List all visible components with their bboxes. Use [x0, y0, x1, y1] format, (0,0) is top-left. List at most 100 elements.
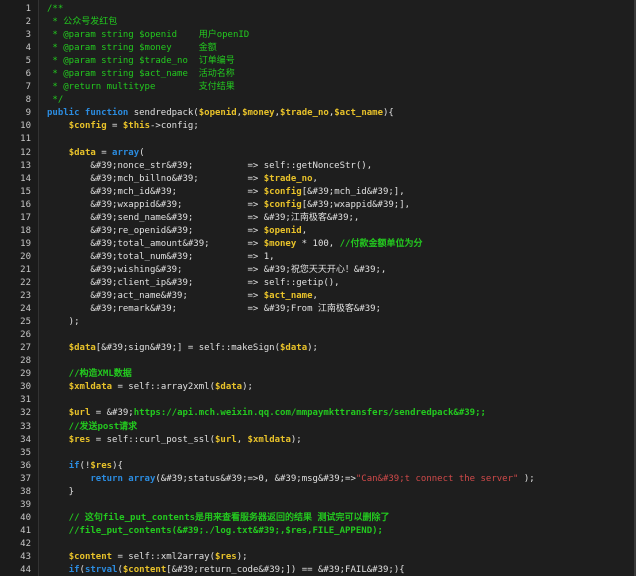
code-text: &#39;total_amount&#39; => $money * 100, …: [47, 238, 422, 251]
code-line[interactable]: 41 //file_put_contents(&#39;./log.txt&#3…: [0, 525, 634, 538]
code-token: &#39;wishing&#39; => &#39;祝您天天开心！&#39;,: [47, 264, 387, 275]
code-token: $config: [263, 199, 302, 210]
code-line[interactable]: 5 * @param string $trade_no 订单编号: [0, 55, 634, 68]
code-token: $config: [68, 121, 107, 132]
code-line[interactable]: 31: [0, 394, 634, 407]
code-token: );: [518, 473, 535, 484]
code-token: = &#39;: [90, 408, 134, 419]
code-line[interactable]: 28: [0, 355, 634, 368]
code-line[interactable]: 39: [0, 499, 634, 512]
line-number: 2: [25, 17, 31, 28]
code-line[interactable]: 20 &#39;total_num&#39; => 1,: [0, 251, 634, 264]
code-line[interactable]: 32 $url = &#39;https://api.mch.weixin.qq…: [0, 407, 634, 420]
code-line[interactable]: 9 public function sendredpack($openid,$mo…: [0, 107, 634, 120]
code-line[interactable]: 2 * 公众号发红包: [0, 16, 634, 29]
code-token: (!: [79, 460, 91, 471]
code-line[interactable]: 42: [0, 538, 634, 551]
code-text: //发送post请求: [47, 421, 138, 434]
code-line[interactable]: 11: [0, 133, 634, 146]
code-text: $xmldata = self::array2xml($data);: [47, 381, 253, 394]
code-line[interactable]: 16 &#39;wxappid&#39; => $config[&#39;wxa…: [0, 199, 634, 212]
code-token: = self::curl_post_ssl(: [90, 434, 215, 445]
code-token: ,: [236, 434, 248, 445]
code-line[interactable]: 3 * @param string $openid 用户openID: [0, 29, 634, 42]
code-lines[interactable]: 1/** 2 * 公众号发红包 3 * @param string $openid …: [0, 3, 634, 576]
code-text: //file_put_contents(&#39;./log.txt&#39;,…: [47, 525, 383, 538]
code-line[interactable]: 35: [0, 447, 634, 460]
code-token: ,: [312, 291, 318, 302]
code-line[interactable]: 27 $data[&#39;sign&#39;] = self::makeSig…: [0, 342, 634, 355]
code-line[interactable]: 44 if(strval($content[&#39;return_code&#…: [0, 564, 634, 576]
code-line[interactable]: 34 $res = self::curl_post_ssl($url, $xml…: [0, 434, 634, 447]
code-line[interactable]: 43 $content = self::xml2array($res);: [0, 551, 634, 564]
code-line[interactable]: 12 $data = array(: [0, 147, 634, 160]
code-token: &#39;nonce_str&#39; => self::getNonceStr…: [47, 160, 373, 171]
code-line[interactable]: 26: [0, 329, 634, 342]
code-line[interactable]: 33 //发送post请求: [0, 421, 634, 434]
code-text: );: [47, 316, 80, 329]
code-token: $money: [242, 108, 275, 119]
line-number: 36: [20, 460, 31, 471]
code-token: array: [112, 147, 140, 158]
code-editor[interactable]: 1/** 2 * 公众号发红包 3 * @param string $openid …: [0, 0, 636, 576]
code-text: * @param string $act_name 活动名称: [47, 68, 234, 81]
code-line[interactable]: 7 * @return multitype 支付结果: [0, 81, 634, 94]
code-line[interactable]: 10 $config = $this->config;: [0, 120, 634, 133]
code-text: &#39;wxappid&#39; => $config[&#39;wxappi…: [47, 199, 410, 212]
line-number: 19: [20, 238, 31, 249]
code-line[interactable]: 6 * @param string $act_name 活动名称: [0, 68, 634, 81]
code-line[interactable]: 8 */: [0, 94, 634, 107]
code-token: /**: [47, 4, 64, 14]
code-line[interactable]: 4 * @param string $money 金额: [0, 42, 634, 55]
code-line[interactable]: 18 &#39;re_openid&#39; => $openid,: [0, 225, 634, 238]
code-line[interactable]: 38 }: [0, 486, 634, 499]
code-line[interactable]: 13 &#39;nonce_str&#39; => self::getNonce…: [0, 160, 634, 173]
code-line[interactable]: 14 &#39;mch_billno&#39; => $trade_no,: [0, 173, 634, 186]
code-text: &#39;total_num&#39; => 1,: [47, 251, 274, 264]
code-line[interactable]: 1 /**: [0, 3, 634, 16]
code-token: [&#39;mch_id&#39;],: [301, 186, 405, 197]
code-line[interactable]: 22 &#39;client_ip&#39; => self::getip(),: [0, 277, 634, 290]
code-token: ,: [301, 225, 308, 236]
code-line[interactable]: 29 //构造XML数据: [0, 368, 634, 381]
code-token: ,: [312, 173, 318, 184]
code-token: */: [47, 95, 64, 106]
code-token: (&#39;status&#39;=>0, &#39;msg&#39;=>: [155, 473, 356, 484]
code-line[interactable]: 30 $xmldata = self::array2xml($data);: [0, 381, 634, 394]
code-text: &#39;re_openid&#39; => $openid,: [47, 225, 307, 238]
code-token: &#39;mch_billno&#39; =>: [47, 173, 264, 184]
code-line[interactable]: 40 // 这句file_put_contents是用来查看服务器返回的结果 测…: [0, 512, 634, 525]
code-line[interactable]: 24 &#39;remark&#39; => &#39;From 江南极客&#3…: [0, 303, 634, 316]
code-line[interactable]: 19 &#39;total_amount&#39; => $money * 10…: [0, 238, 634, 251]
code-text: * @return multitype 支付结果: [47, 81, 234, 94]
line-number: 27: [20, 343, 31, 354]
code-line[interactable]: 21 &#39;wishing&#39; => &#39;祝您天天开心！&#39…: [0, 264, 634, 277]
code-token: =: [106, 121, 123, 132]
code-line[interactable]: 15 &#39;mch_id&#39; => $config[&#39;mch_…: [0, 186, 634, 199]
code-line[interactable]: 23 &#39;act_name&#39; => $act_name,: [0, 290, 634, 303]
code-line[interactable]: 36 if(!$res){: [0, 460, 634, 473]
code-text: &#39;mch_billno&#39; => $trade_no,: [47, 173, 318, 186]
line-number: 17: [20, 212, 31, 223]
code-token: &#39;wxappid&#39; =>: [47, 199, 264, 210]
code-token: //发送post请求: [47, 421, 138, 432]
code-token: $res: [68, 434, 91, 445]
line-number: 9: [25, 108, 31, 119]
code-token: $data: [68, 147, 96, 158]
code-text: * @param string $money 金额: [47, 42, 216, 55]
code-text: * @param string $trade_no 订单编号: [47, 55, 234, 68]
code-text: &#39;send_name&#39; => &#39;江南极客&#39;,: [47, 212, 359, 225]
code-token: $content: [122, 565, 167, 576]
code-token: ){: [112, 460, 123, 471]
code-text: public function sendredpack($openid,$mon…: [47, 107, 394, 120]
code-line[interactable]: 25 );: [0, 316, 634, 329]
code-token: $data: [280, 343, 308, 354]
code-line[interactable]: 37 return array(&#39;status&#39;=>0, &#3…: [0, 473, 634, 486]
code-token: * 100,: [296, 238, 340, 249]
code-line[interactable]: 17 &#39;send_name&#39; => &#39;江南极客&#39;…: [0, 212, 634, 225]
code-token: //file_put_contents(&#39;./log.txt&#39;,…: [47, 525, 383, 536]
